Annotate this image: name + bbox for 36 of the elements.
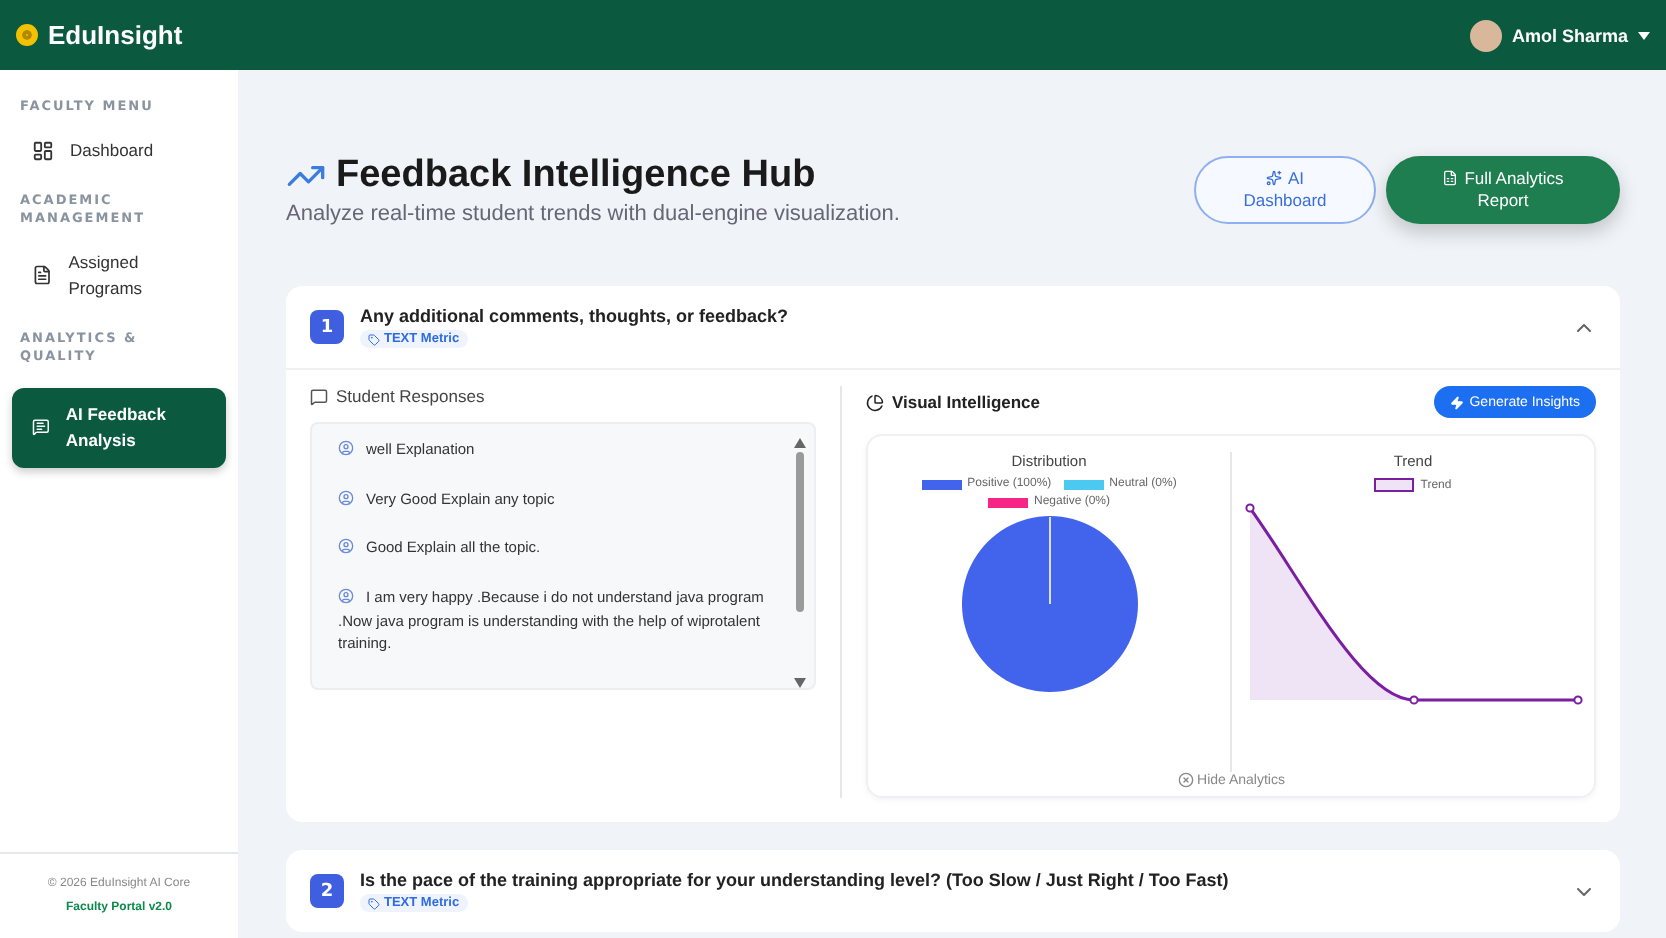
- scroll-down-icon[interactable]: [794, 678, 806, 688]
- caret-icon[interactable]: [1638, 31, 1650, 39]
- spreadsheet-icon: [1442, 169, 1459, 186]
- logo-icon: [16, 24, 38, 46]
- pie-chart-icon: [866, 393, 884, 411]
- user-name[interactable]: Amol Sharma: [1511, 25, 1628, 45]
- user-icon: [338, 440, 354, 456]
- document-icon: [32, 264, 53, 287]
- user-icon: [338, 587, 354, 604]
- scrollbar[interactable]: [794, 438, 806, 688]
- close-icon: [1177, 772, 1194, 788]
- question-number: 2: [310, 874, 344, 908]
- user-icon: [338, 538, 354, 555]
- comment-icon: [310, 387, 328, 405]
- lightning-icon: [1449, 395, 1464, 409]
- sidebar-item[interactable]: Dashboard: [12, 137, 226, 163]
- scroll-up-icon[interactable]: [794, 438, 806, 448]
- section-title: Student Responses: [336, 386, 485, 406]
- avatar[interactable]: [1469, 19, 1502, 51]
- section-title: Visual Intelligence: [892, 392, 1041, 412]
- chat-icon: [32, 416, 50, 439]
- tag-icon: [368, 333, 380, 345]
- page-subtitle: Analyze real-time student trends with dual-engine visualization.: [286, 202, 900, 226]
- report-button[interactable]: Full Analytics Report: [1386, 156, 1620, 224]
- dashboard-icon: [32, 139, 54, 162]
- question-number: 1: [310, 310, 344, 344]
- brand-name: EduInsight: [48, 20, 183, 50]
- sidebar-item[interactable]: Assigned Programs: [12, 250, 226, 301]
- tag-icon: [368, 897, 380, 909]
- page-title: Feedback Intelligence Hub: [336, 154, 816, 198]
- question-text: Is the pace of the training appropriate for your understanding level? (Too Slow / Just Right / Too Fast): [360, 870, 1231, 890]
- sparkles-icon: [1265, 169, 1282, 186]
- user-icon: [338, 489, 354, 506]
- sidebar-item[interactable]: AI Feedback Analysis: [12, 388, 226, 467]
- question-text: Any additional comments, thoughts, or feedback?: [360, 306, 791, 326]
- dashboard-button[interactable]: AI Dashboard: [1194, 156, 1376, 224]
